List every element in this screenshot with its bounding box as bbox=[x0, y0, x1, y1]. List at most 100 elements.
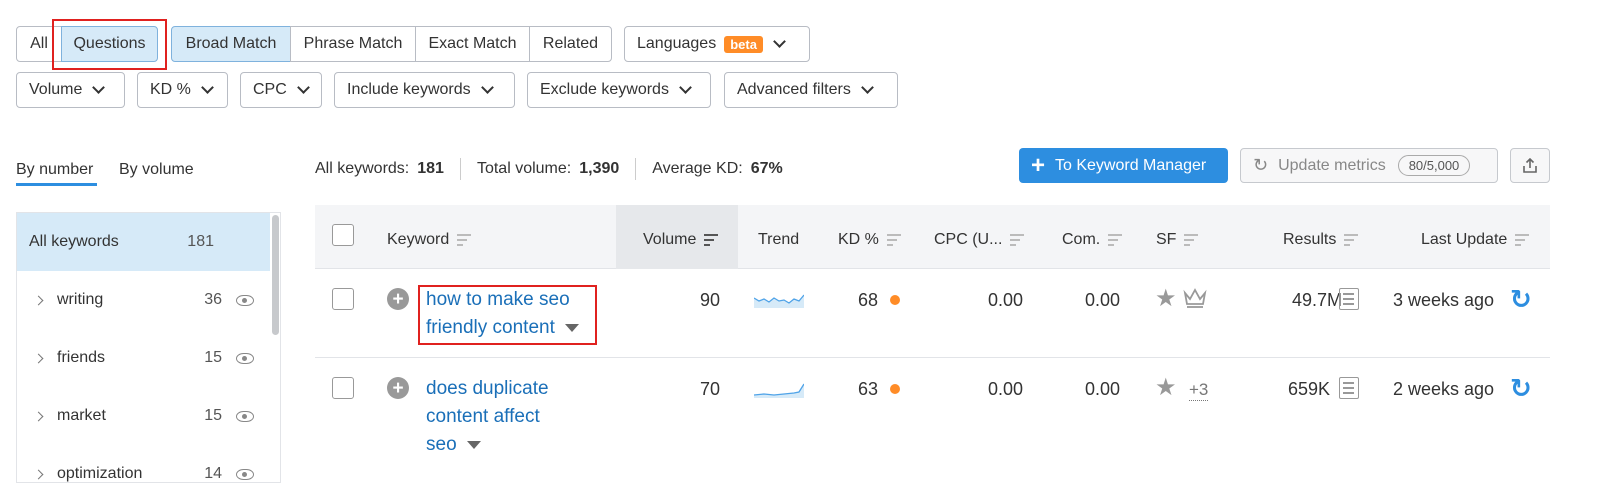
all-keywords-value: 181 bbox=[417, 160, 444, 177]
languages-dropdown[interactable]: Languages beta bbox=[624, 26, 810, 62]
match-phrase[interactable]: Phrase Match bbox=[290, 26, 416, 62]
star-icon: ★ bbox=[1155, 285, 1177, 312]
add-keyword-icon[interactable]: + bbox=[387, 288, 409, 310]
sf-more-count[interactable]: +3 bbox=[1189, 380, 1209, 401]
sidebar-item-optimization[interactable]: optimization 14 bbox=[17, 445, 270, 482]
sidebar-scrollbar[interactable] bbox=[272, 215, 279, 335]
sort-icon bbox=[1184, 234, 1199, 246]
sidebar-item-count: 15 bbox=[204, 349, 222, 366]
column-cpc[interactable]: CPC (U... bbox=[934, 208, 1025, 272]
update-metrics-label: Update metrics bbox=[1278, 156, 1386, 174]
column-sf[interactable]: SF bbox=[1156, 208, 1199, 272]
sidebar-item-market[interactable]: market 15 bbox=[17, 387, 270, 445]
chevron-down-icon bbox=[679, 81, 692, 94]
serp-icon[interactable] bbox=[1339, 288, 1359, 310]
sort-icon bbox=[704, 234, 719, 246]
match-broad[interactable]: Broad Match bbox=[171, 26, 291, 62]
crown-icon bbox=[1183, 288, 1207, 308]
plus-icon: + bbox=[1031, 151, 1046, 179]
sort-icon bbox=[1010, 234, 1025, 246]
cpc-filter[interactable]: CPC bbox=[240, 72, 322, 108]
column-volume[interactable]: Volume bbox=[643, 208, 719, 272]
sidebar-item-count: 15 bbox=[204, 407, 222, 424]
match-related[interactable]: Related bbox=[529, 26, 612, 62]
refresh-icon[interactable]: ↻ bbox=[1510, 284, 1532, 315]
column-keyword[interactable]: Keyword bbox=[387, 208, 472, 272]
refresh-icon: ↻ bbox=[1253, 155, 1269, 175]
sidebar-item-count: 181 bbox=[187, 233, 214, 250]
eye-icon[interactable] bbox=[236, 410, 254, 422]
highlight-box-keyword bbox=[418, 285, 597, 345]
last-update-value: 3 weeks ago bbox=[1393, 290, 1495, 310]
kd-value: 68 bbox=[858, 290, 879, 310]
keyword-link[interactable]: does duplicate content affect seo bbox=[426, 375, 549, 459]
column-results[interactable]: Results bbox=[1283, 208, 1359, 272]
sidebar-item-friends[interactable]: friends 15 bbox=[17, 329, 270, 387]
column-competition-label: Com. bbox=[1062, 231, 1101, 248]
highlight-box-questions bbox=[52, 19, 167, 70]
sort-icon bbox=[886, 234, 901, 246]
column-kd-label: KD % bbox=[838, 231, 879, 248]
row-checkbox[interactable] bbox=[332, 288, 354, 310]
trend-sparkline bbox=[754, 294, 804, 308]
match-phrase-label: Phrase Match bbox=[303, 35, 403, 52]
select-all-checkbox[interactable] bbox=[332, 224, 354, 246]
caret-down-icon[interactable] bbox=[466, 440, 481, 449]
sidebar-item-label: optimization bbox=[57, 465, 143, 482]
sidebar-item-label: market bbox=[57, 407, 106, 424]
update-metrics-button[interactable]: ↻ Update metrics 80/5,000 bbox=[1240, 148, 1498, 183]
sidebar-item-writing[interactable]: writing 36 bbox=[17, 271, 270, 329]
column-sf-label: SF bbox=[1156, 231, 1177, 248]
cpc-value: 0.00 bbox=[988, 379, 1024, 399]
chevron-down-icon bbox=[480, 81, 494, 94]
eye-icon[interactable] bbox=[236, 294, 254, 306]
kd-dot bbox=[890, 295, 900, 305]
row-checkbox[interactable] bbox=[332, 377, 354, 399]
star-icon: ★ bbox=[1155, 374, 1177, 401]
eye-icon[interactable] bbox=[236, 352, 254, 364]
volume-value: 90 bbox=[700, 290, 721, 310]
divider bbox=[635, 158, 637, 180]
export-button[interactable] bbox=[1510, 148, 1550, 183]
add-keyword-icon[interactable]: + bbox=[387, 377, 409, 399]
eye-icon[interactable] bbox=[236, 468, 254, 480]
column-kd[interactable]: KD % bbox=[838, 208, 901, 272]
avg-kd-label: Average KD: bbox=[652, 160, 743, 177]
total-volume-value: 1,390 bbox=[579, 160, 620, 177]
chevron-down-icon bbox=[201, 81, 214, 94]
sort-icon bbox=[1515, 234, 1530, 246]
include-keywords-filter[interactable]: Include keywords bbox=[334, 72, 515, 108]
sort-icon bbox=[1344, 234, 1359, 246]
tab-by-number-label: By number bbox=[16, 161, 94, 178]
serp-icon[interactable] bbox=[1339, 377, 1359, 399]
sort-icon bbox=[457, 234, 472, 246]
column-volume-label: Volume bbox=[643, 231, 697, 248]
volume-value: 70 bbox=[700, 379, 721, 399]
sidebar-item-label: All keywords bbox=[29, 233, 119, 250]
include-keywords-label: Include keywords bbox=[347, 81, 471, 98]
volume-filter[interactable]: Volume bbox=[16, 72, 125, 108]
tab-by-volume[interactable]: By volume bbox=[119, 161, 194, 179]
advanced-filters-label: Advanced filters bbox=[737, 81, 851, 98]
column-last-update[interactable]: Last Update bbox=[1421, 208, 1530, 272]
tab-by-number[interactable]: By number bbox=[16, 161, 93, 179]
kd-filter[interactable]: KD % bbox=[137, 72, 228, 108]
competition-value: 0.00 bbox=[1085, 379, 1121, 399]
match-exact[interactable]: Exact Match bbox=[415, 26, 530, 62]
to-keyword-manager-button[interactable]: + To Keyword Manager bbox=[1019, 148, 1228, 183]
column-competition[interactable]: Com. bbox=[1062, 208, 1123, 272]
column-trend-label: Trend bbox=[758, 231, 800, 248]
kd-filter-label: KD % bbox=[150, 81, 191, 98]
sidebar-item-all-keywords[interactable]: All keywords 181 bbox=[17, 213, 270, 271]
column-results-label: Results bbox=[1283, 231, 1337, 248]
exclude-keywords-filter[interactable]: Exclude keywords bbox=[527, 72, 711, 108]
update-metrics-count: 80/5,000 bbox=[1397, 155, 1471, 176]
advanced-filters[interactable]: Advanced filters bbox=[724, 72, 898, 108]
refresh-icon[interactable]: ↻ bbox=[1510, 373, 1532, 404]
table-header bbox=[315, 205, 1550, 269]
sidebar-item-label: writing bbox=[57, 291, 104, 308]
chevron-down-icon bbox=[773, 35, 786, 48]
sidebar-item-count: 36 bbox=[204, 291, 222, 308]
results-value: 49.7M bbox=[1292, 290, 1343, 310]
cpc-filter-label: CPC bbox=[253, 81, 287, 98]
